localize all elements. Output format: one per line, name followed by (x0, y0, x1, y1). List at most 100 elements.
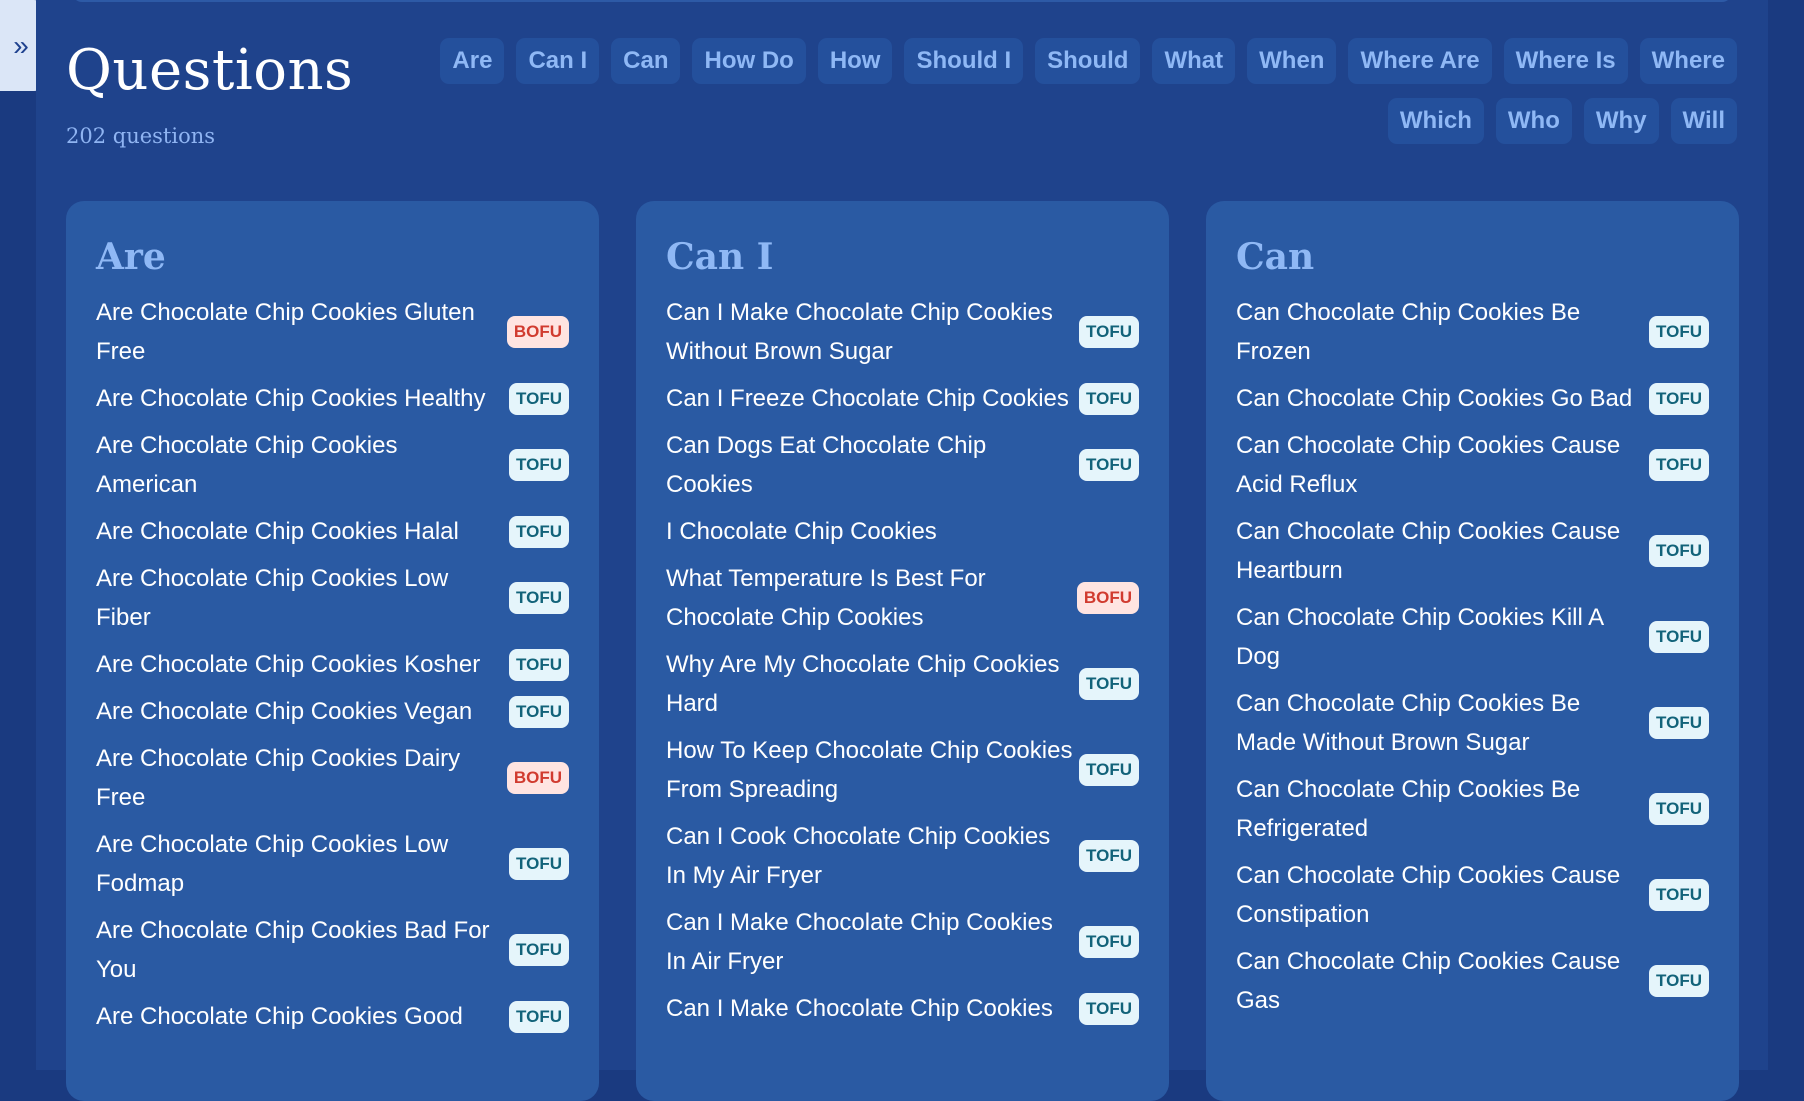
question-item[interactable]: Can Chocolate Chip Cookies Kill A Dog TOF… (1236, 594, 1709, 680)
question-item[interactable]: Are Chocolate Chip Cookies American TOFU (96, 422, 569, 508)
filter-chip-who[interactable]: Who (1495, 98, 1572, 144)
question-text: Can Chocolate Chip Cookies Cause Gas (1236, 948, 1621, 1014)
group-card-are: Are Are Chocolate Chip Cookies Gluten Fre… (66, 201, 599, 1101)
funnel-badge-tofu: TOFU (509, 449, 569, 481)
question-item[interactable]: Why Are My Chocolate Chip Cookies Hard TO… (666, 641, 1139, 727)
filter-chip-will[interactable]: Will (1670, 98, 1737, 144)
question-text: Can Chocolate Chip Cookies Be Made Witho… (1236, 690, 1581, 756)
question-text: Can I Freeze Chocolate Chip Cookies (666, 385, 1069, 412)
funnel-badge-bofu: BOFU (506, 762, 569, 794)
question-text: What Temperature Is Best For Chocolate C… (666, 565, 986, 631)
question-text: Can Chocolate Chip Cookies Cause Constip… (1236, 862, 1621, 928)
page-title: Questions (66, 38, 354, 103)
question-item[interactable]: Can Chocolate Chip Cookies Cause Acid Re… (1236, 422, 1709, 508)
funnel-badge-tofu: TOFU (1079, 668, 1139, 700)
question-item[interactable]: Can Chocolate Chip Cookies Be Frozen TOFU (1236, 289, 1709, 375)
funnel-badge-tofu: TOFU (1079, 840, 1139, 872)
funnel-badge-tofu: TOFU (1079, 316, 1139, 348)
question-item[interactable]: Are Chocolate Chip Cookies Gluten Free BO… (96, 289, 569, 375)
question-item[interactable]: Are Chocolate Chip Cookies Halal TOFU (96, 508, 569, 555)
filter-chip-when[interactable]: When (1247, 38, 1337, 84)
question-text: Can I Make Chocolate Chip Cookies (666, 995, 1053, 1022)
question-item[interactable]: Are Chocolate Chip Cookies Healthy TOFU (96, 375, 569, 422)
question-text: Are Chocolate Chip Cookies Good (96, 1003, 463, 1030)
question-text: Are Chocolate Chip Cookies Halal (96, 518, 459, 545)
question-text: Are Chocolate Chip Cookies Gluten Free (96, 299, 475, 365)
question-item[interactable]: Can I Make Chocolate Chip Cookies Withou… (666, 289, 1139, 375)
funnel-badge-tofu: TOFU (1649, 449, 1709, 481)
funnel-badge-tofu: TOFU (1649, 793, 1709, 825)
funnel-badge-tofu: TOFU (1649, 879, 1709, 911)
question-text: Are Chocolate Chip Cookies American (96, 432, 398, 498)
question-item[interactable]: Can Chocolate Chip Cookies Be Made Witho… (1236, 680, 1709, 766)
funnel-badge-tofu: TOFU (509, 515, 569, 548)
funnel-badge-tofu: TOFU (509, 582, 569, 614)
question-text: Can I Cook Chocolate Chip Cookies In My … (666, 823, 1051, 889)
question-item[interactable]: Can I Freeze Chocolate Chip Cookies TOFU (666, 375, 1139, 422)
question-item[interactable]: Can I Cook Chocolate Chip Cookies In My … (666, 813, 1139, 899)
question-text: Are Chocolate Chip Cookies Vegan (96, 698, 473, 725)
question-item[interactable]: Are Chocolate Chip Cookies Good TOFU (96, 993, 569, 1040)
filter-chip-can[interactable]: Can (611, 38, 681, 84)
question-text: Can Dogs Eat Chocolate Chip Cookies (666, 432, 987, 498)
filter-chip-should-i[interactable]: Should I (904, 38, 1024, 84)
question-text: Can I Make Chocolate Chip Cookies Withou… (666, 299, 1053, 365)
filter-chip-where-is[interactable]: Where Is (1503, 38, 1628, 84)
question-text: Why Are My Chocolate Chip Cookies Hard (666, 651, 1060, 717)
question-item[interactable]: Can Chocolate Chip Cookies Cause Heartbu… (1236, 508, 1709, 594)
filter-chip-what[interactable]: What (1152, 38, 1236, 84)
question-item[interactable]: Can Dogs Eat Chocolate Chip Cookies TOFU (666, 422, 1139, 508)
question-item[interactable]: Can Chocolate Chip Cookies Be Refrigerat… (1236, 766, 1709, 852)
group-card-can: Can Can Chocolate Chip Cookies Be Frozen T… (1206, 201, 1739, 1101)
question-item[interactable]: Can Chocolate Chip Cookies Go Bad TOFU (1236, 375, 1709, 422)
question-text: Are Chocolate Chip Cookies Kosher (96, 651, 481, 678)
funnel-badge-tofu: TOFU (1649, 382, 1709, 415)
filter-chip-how[interactable]: How (817, 38, 893, 84)
filter-chip-where-are[interactable]: Where Are (1348, 38, 1492, 84)
question-text: Can Chocolate Chip Cookies Kill A Dog (1236, 604, 1603, 670)
group-card-can-i: Can I Can I Make Chocolate Chip Cookies W… (636, 201, 1169, 1101)
question-item[interactable]: Are Chocolate Chip Cookies Vegan TOFU (96, 688, 569, 735)
chevron-double-right-icon: » (13, 29, 29, 61)
question-text: Can Chocolate Chip Cookies Cause Heartbu… (1236, 518, 1621, 584)
group-title: Can (1236, 236, 1315, 278)
question-item[interactable]: Can Chocolate Chip Cookies Cause Constip… (1236, 852, 1709, 938)
question-item[interactable]: Can I Make Chocolate Chip Cookies TOFU (666, 985, 1139, 1032)
question-item[interactable]: I Chocolate Chip Cookies (666, 508, 1139, 555)
filter-chip-why[interactable]: Why (1583, 98, 1659, 144)
question-item[interactable]: Are Chocolate Chip Cookies Kosher TOFU (96, 641, 569, 688)
funnel-badge-tofu: TOFU (1079, 754, 1139, 786)
filter-chip-can-i[interactable]: Can I (516, 38, 600, 84)
question-item[interactable]: Are Chocolate Chip Cookies Bad For You TO… (96, 907, 569, 993)
filter-chip-how-do[interactable]: How Do (692, 38, 806, 84)
question-item[interactable]: What Temperature Is Best For Chocolate C… (666, 555, 1139, 641)
question-item[interactable]: Can Chocolate Chip Cookies Cause Gas TOFU (1236, 938, 1709, 1024)
group-title: Are (96, 236, 166, 278)
question-text: Can Chocolate Chip Cookies Go Bad (1236, 385, 1633, 412)
question-item[interactable]: Can I Make Chocolate Chip Cookies In Air… (666, 899, 1139, 985)
question-text: Are Chocolate Chip Cookies Dairy Free (96, 745, 461, 811)
funnel-badge-bofu: BOFU (506, 316, 569, 348)
question-item[interactable]: Are Chocolate Chip Cookies Dairy Free BOF… (96, 735, 569, 821)
funnel-badge-tofu: TOFU (1649, 316, 1709, 348)
funnel-badge-tofu: TOFU (509, 934, 569, 966)
question-item[interactable]: Are Chocolate Chip Cookies Low Fodmap TOF… (96, 821, 569, 907)
question-count: 202 questions (66, 124, 216, 148)
funnel-badge-tofu: TOFU (509, 382, 569, 415)
funnel-badge-tofu: TOFU (509, 648, 569, 681)
question-text: How To Keep Chocolate Chip Cookies From … (666, 737, 1073, 803)
question-text: Can Chocolate Chip Cookies Cause Acid Re… (1236, 432, 1621, 498)
question-text: Can Chocolate Chip Cookies Be Refrigerat… (1236, 776, 1581, 842)
question-text: Are Chocolate Chip Cookies Healthy (96, 385, 486, 412)
question-item[interactable]: Are Chocolate Chip Cookies Low Fiber TOFU (96, 555, 569, 641)
funnel-badge-tofu: TOFU (1079, 992, 1139, 1025)
filter-chip-should[interactable]: Should (1035, 38, 1141, 84)
funnel-badge-tofu: TOFU (1649, 535, 1709, 567)
filter-chip-where[interactable]: Where (1639, 38, 1737, 84)
questions-panel: Questions 202 questions Are Can I Can How D… (36, 0, 1768, 1101)
funnel-badge-tofu: TOFU (509, 848, 569, 880)
funnel-badge-tofu: TOFU (1079, 382, 1139, 415)
filter-chip-are[interactable]: Are (440, 38, 505, 84)
question-item[interactable]: How To Keep Chocolate Chip Cookies From … (666, 727, 1139, 813)
filter-chip-which[interactable]: Which (1387, 98, 1484, 144)
